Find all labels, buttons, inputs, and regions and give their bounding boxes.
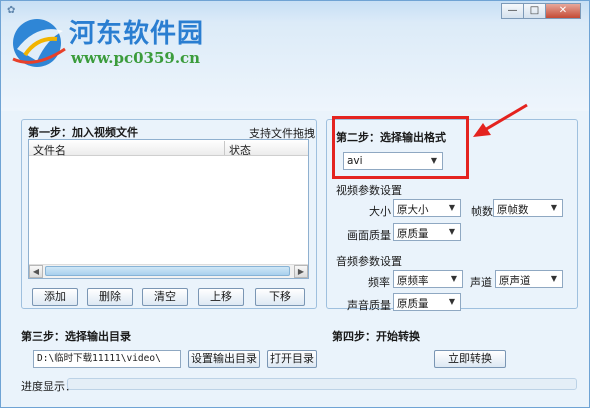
add-button[interactable]: 添加 bbox=[32, 288, 78, 306]
size-label: 大小 bbox=[369, 205, 391, 218]
quality-value: 原质量 bbox=[397, 228, 429, 240]
size-value: 原大小 bbox=[397, 204, 429, 216]
audio-quality-label: 声音质量 bbox=[347, 299, 391, 312]
watermark-url: www.pc0359.cn bbox=[71, 49, 201, 67]
horizontal-scrollbar[interactable]: ◀ ▶ bbox=[29, 264, 308, 278]
step3-title: 第三步：选择输出目录 bbox=[21, 330, 131, 343]
fps-select[interactable]: 原帧数 ▼ bbox=[493, 199, 563, 217]
chevron-down-icon: ▼ bbox=[448, 203, 456, 212]
fps-value: 原帧数 bbox=[497, 204, 529, 216]
quality-select[interactable]: 原质量 ▼ bbox=[393, 223, 461, 241]
freq-value: 原频率 bbox=[397, 275, 429, 287]
minimize-button[interactable]: — bbox=[501, 3, 524, 19]
delete-button[interactable]: 删除 bbox=[87, 288, 133, 306]
annotation-arrow-icon bbox=[473, 103, 528, 137]
column-filename[interactable]: 文件名 bbox=[33, 142, 66, 158]
chevron-down-icon: ▼ bbox=[450, 274, 458, 283]
step4-title: 第四步：开始转换 bbox=[332, 330, 420, 343]
move-down-button[interactable]: 下移 bbox=[255, 288, 305, 306]
audio-quality-select[interactable]: 原质量 ▼ bbox=[393, 293, 461, 311]
watermark-logo-icon bbox=[12, 19, 66, 67]
file-list-header: 文件名 状态 bbox=[29, 140, 308, 158]
freq-label: 频率 bbox=[368, 276, 390, 289]
chevron-down-icon: ▼ bbox=[550, 203, 558, 212]
size-select[interactable]: 原大小 ▼ bbox=[393, 199, 461, 217]
channel-value: 原声道 bbox=[499, 275, 531, 287]
clear-button[interactable]: 清空 bbox=[142, 288, 188, 306]
window-controls: — □ ✕ bbox=[501, 3, 581, 19]
audio-section-label: 音频参数设置 bbox=[336, 255, 402, 268]
video-section-label: 视频参数设置 bbox=[336, 184, 402, 197]
app-window: ✿ — □ ✕ 河东软件园 www.pc0359.cn 第一步：加入视频文件 支… bbox=[0, 0, 590, 408]
freq-select[interactable]: 原频率 ▼ bbox=[393, 270, 463, 288]
chevron-down-icon: ▼ bbox=[550, 274, 558, 283]
audio-quality-value: 原质量 bbox=[397, 298, 429, 310]
file-list[interactable]: 文件名 状态 ◀ ▶ bbox=[28, 139, 309, 279]
quality-label: 画面质量 bbox=[347, 229, 391, 242]
channel-select[interactable]: 原声道 ▼ bbox=[495, 270, 563, 288]
channel-label: 声道 bbox=[470, 276, 492, 289]
scroll-right-icon[interactable]: ▶ bbox=[294, 265, 308, 278]
set-output-dir-button[interactable]: 设置输出目录 bbox=[188, 350, 260, 368]
fps-label: 帧数 bbox=[471, 205, 493, 218]
open-dir-button[interactable]: 打开目录 bbox=[267, 350, 317, 368]
chevron-down-icon: ▼ bbox=[448, 227, 456, 236]
step1-title: 第一步：加入视频文件 bbox=[28, 126, 138, 139]
annotation-highlight-box bbox=[332, 116, 469, 179]
column-divider[interactable] bbox=[224, 141, 225, 155]
close-button[interactable]: ✕ bbox=[545, 3, 581, 19]
chevron-down-icon: ▼ bbox=[448, 297, 456, 306]
convert-button[interactable]: 立即转换 bbox=[434, 350, 506, 368]
watermark-title: 河东软件园 bbox=[69, 19, 205, 49]
scroll-thumb[interactable] bbox=[45, 266, 290, 276]
output-path-field[interactable]: D:\临时下载11111\video\ bbox=[33, 350, 181, 368]
progress-bar bbox=[67, 378, 577, 390]
title-bar: ✿ — □ ✕ 河东软件园 www.pc0359.cn bbox=[1, 1, 589, 111]
maximize-button[interactable]: □ bbox=[523, 3, 546, 19]
scroll-left-icon[interactable]: ◀ bbox=[29, 265, 43, 278]
move-up-button[interactable]: 上移 bbox=[198, 288, 244, 306]
column-status[interactable]: 状态 bbox=[229, 142, 251, 158]
